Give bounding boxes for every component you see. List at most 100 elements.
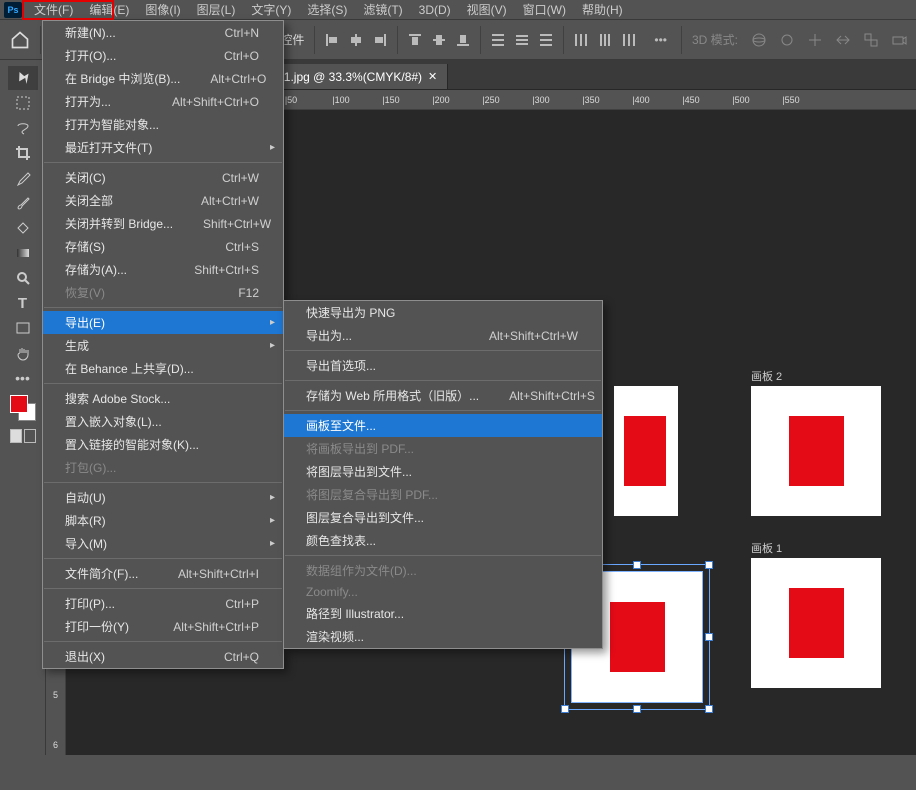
tool-healing[interactable] bbox=[8, 216, 38, 240]
menu-item[interactable]: 退出(X)Ctrl+Q bbox=[43, 645, 283, 668]
tool-magnify[interactable] bbox=[8, 266, 38, 290]
menu-item[interactable]: 快速导出为 PNG bbox=[284, 301, 602, 324]
tool-rectangle[interactable] bbox=[8, 316, 38, 340]
menu-item[interactable]: 自动(U) bbox=[43, 486, 283, 509]
menu-item[interactable]: 关闭全部Alt+Ctrl+W bbox=[43, 189, 283, 212]
menu-item[interactable]: 关闭并转到 Bridge...Shift+Ctrl+W bbox=[43, 212, 283, 235]
menu-item[interactable]: 导出(E) bbox=[43, 311, 283, 334]
menu-item[interactable]: 打印(P)...Ctrl+P bbox=[43, 592, 283, 615]
menu-filter[interactable]: 滤镜(T) bbox=[355, 0, 410, 20]
artboard-label-2[interactable]: 画板 2 bbox=[751, 368, 782, 384]
menu-item[interactable]: 恢复(V)F12 bbox=[43, 281, 283, 304]
menu-item[interactable]: 打开(O)...Ctrl+O bbox=[43, 44, 283, 67]
menu-item[interactable]: 搜索 Adobe Stock... bbox=[43, 387, 283, 410]
menu-item[interactable]: 导出为...Alt+Shift+Ctrl+W bbox=[284, 324, 602, 347]
menu-item[interactable]: 置入嵌入对象(L)... bbox=[43, 410, 283, 433]
menu-item[interactable]: 打开为智能对象... bbox=[43, 113, 283, 136]
foreground-color[interactable] bbox=[10, 395, 28, 413]
artboard-2[interactable] bbox=[751, 386, 881, 516]
menu-item[interactable]: 画板至文件... bbox=[284, 414, 602, 437]
tool-crop[interactable] bbox=[8, 141, 38, 165]
menu-item[interactable]: 将画板导出到 PDF... bbox=[284, 437, 602, 460]
align-vcenter-icon[interactable] bbox=[428, 29, 450, 51]
menu-item[interactable]: 在 Behance 上共享(D)... bbox=[43, 357, 283, 380]
align-bottom-icon[interactable] bbox=[452, 29, 474, 51]
tool-lasso[interactable] bbox=[8, 116, 38, 140]
artboard-1[interactable] bbox=[751, 558, 881, 688]
menu-item[interactable]: 将图层复合导出到 PDF... bbox=[284, 483, 602, 506]
menu-item[interactable]: 颜色查找表... bbox=[284, 529, 602, 552]
menu-view[interactable]: 视图(V) bbox=[459, 0, 515, 20]
handle-icon[interactable] bbox=[705, 705, 713, 713]
menu-help[interactable]: 帮助(H) bbox=[574, 0, 631, 20]
artboard-label-1[interactable]: 画板 1 bbox=[751, 540, 782, 556]
menu-select[interactable]: 选择(S) bbox=[299, 0, 355, 20]
menu-item[interactable]: 存储(S)Ctrl+S bbox=[43, 235, 283, 258]
menu-item[interactable]: 将图层导出到文件... bbox=[284, 460, 602, 483]
menu-file[interactable]: 文件(F) bbox=[26, 0, 81, 20]
distribute-hcenter-icon[interactable] bbox=[594, 29, 616, 51]
distribute-vcenter-icon[interactable] bbox=[511, 29, 533, 51]
artboard-partial-top[interactable] bbox=[614, 386, 678, 516]
color-swatches[interactable] bbox=[10, 395, 36, 423]
close-icon[interactable]: ✕ bbox=[428, 70, 437, 83]
home-icon[interactable] bbox=[6, 26, 34, 54]
3d-scale-icon[interactable] bbox=[860, 29, 882, 51]
align-left-icon[interactable] bbox=[321, 29, 343, 51]
tool-hand[interactable] bbox=[8, 341, 38, 365]
tool-more[interactable]: ••• bbox=[8, 366, 38, 390]
menu-item[interactable]: 存储为(A)...Shift+Ctrl+S bbox=[43, 258, 283, 281]
menu-item[interactable]: 路径到 Illustrator... bbox=[284, 602, 602, 625]
menu-image[interactable]: 图像(I) bbox=[137, 0, 188, 20]
menu-item[interactable]: 图层复合导出到文件... bbox=[284, 506, 602, 529]
tool-eyedropper[interactable] bbox=[8, 166, 38, 190]
align-top-icon[interactable] bbox=[404, 29, 426, 51]
separator bbox=[480, 26, 481, 54]
menu-item[interactable]: 导入(M) bbox=[43, 532, 283, 555]
3d-roll-icon[interactable] bbox=[776, 29, 798, 51]
menu-item[interactable]: 导出首选项... bbox=[284, 354, 602, 377]
menu-3d[interactable]: 3D(D) bbox=[411, 1, 459, 19]
menu-item[interactable]: 新建(N)...Ctrl+N bbox=[43, 21, 283, 44]
distribute-left-icon[interactable] bbox=[570, 29, 592, 51]
tool-brush[interactable] bbox=[8, 191, 38, 215]
menu-item[interactable]: Zoomify... bbox=[284, 582, 602, 602]
menu-item[interactable]: 打包(G)... bbox=[43, 456, 283, 479]
menu-item[interactable]: 最近打开文件(T) bbox=[43, 136, 283, 159]
3d-pan-icon[interactable] bbox=[804, 29, 826, 51]
menu-item[interactable]: 生成 bbox=[43, 334, 283, 357]
align-hcenter-icon[interactable] bbox=[345, 29, 367, 51]
menu-item[interactable]: 打开为...Alt+Shift+Ctrl+O bbox=[43, 90, 283, 113]
distribute-bottom-icon[interactable] bbox=[535, 29, 557, 51]
menu-item[interactable]: 关闭(C)Ctrl+W bbox=[43, 166, 283, 189]
handle-icon[interactable] bbox=[633, 705, 641, 713]
menu-item[interactable]: 脚本(R) bbox=[43, 509, 283, 532]
menu-edit[interactable]: 编辑(E) bbox=[81, 0, 137, 20]
3d-orbit-icon[interactable] bbox=[748, 29, 770, 51]
menu-item[interactable]: 置入链接的智能对象(K)... bbox=[43, 433, 283, 456]
align-right-icon[interactable] bbox=[369, 29, 391, 51]
handle-icon[interactable] bbox=[705, 633, 713, 641]
handle-icon[interactable] bbox=[633, 561, 641, 569]
more-options-icon[interactable]: ••• bbox=[654, 33, 667, 47]
tool-move[interactable] bbox=[8, 66, 38, 90]
tool-marquee[interactable] bbox=[8, 91, 38, 115]
distribute-top-icon[interactable] bbox=[487, 29, 509, 51]
menu-item[interactable]: 数据组作为文件(D)... bbox=[284, 559, 602, 582]
menu-window[interactable]: 窗口(W) bbox=[515, 0, 574, 20]
menu-item[interactable]: 文件简介(F)...Alt+Shift+Ctrl+I bbox=[43, 562, 283, 585]
tool-gradient[interactable] bbox=[8, 241, 38, 265]
menu-layer[interactable]: 图层(L) bbox=[189, 0, 244, 20]
handle-icon[interactable] bbox=[561, 705, 569, 713]
quickmask-toggle[interactable] bbox=[8, 429, 38, 449]
distribute-right-icon[interactable] bbox=[618, 29, 640, 51]
3d-camera-icon[interactable] bbox=[888, 29, 910, 51]
menu-item[interactable]: 存储为 Web 所用格式（旧版）...Alt+Shift+Ctrl+S bbox=[284, 384, 602, 407]
handle-icon[interactable] bbox=[705, 561, 713, 569]
3d-slide-icon[interactable] bbox=[832, 29, 854, 51]
tool-type[interactable]: T bbox=[8, 291, 38, 315]
menu-item[interactable]: 渲染视频... bbox=[284, 625, 602, 648]
menu-type[interactable]: 文字(Y) bbox=[243, 0, 299, 20]
menu-item[interactable]: 打印一份(Y)Alt+Shift+Ctrl+P bbox=[43, 615, 283, 638]
menu-item[interactable]: 在 Bridge 中浏览(B)...Alt+Ctrl+O bbox=[43, 67, 283, 90]
